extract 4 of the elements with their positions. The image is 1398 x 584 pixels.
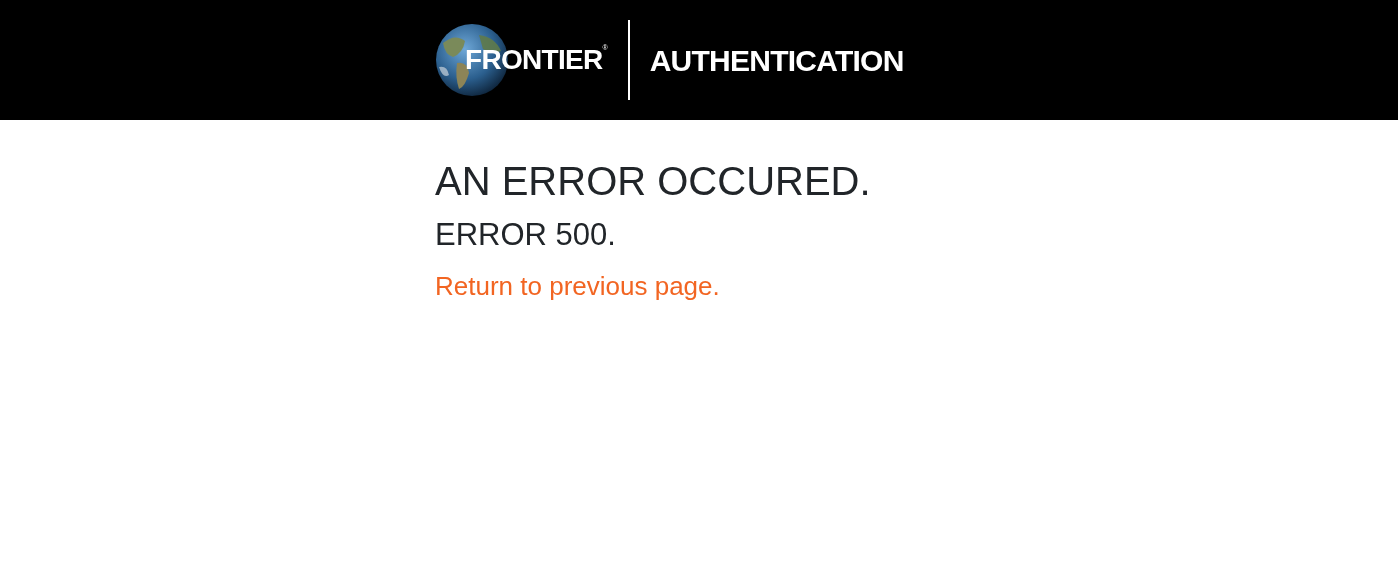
- error-heading: AN ERROR OCCURED.: [435, 158, 871, 205]
- page-title: AUTHENTICATION: [649, 42, 904, 79]
- return-link[interactable]: Return to previous page.: [435, 266, 720, 306]
- error-code: ERROR 500.: [435, 216, 616, 254]
